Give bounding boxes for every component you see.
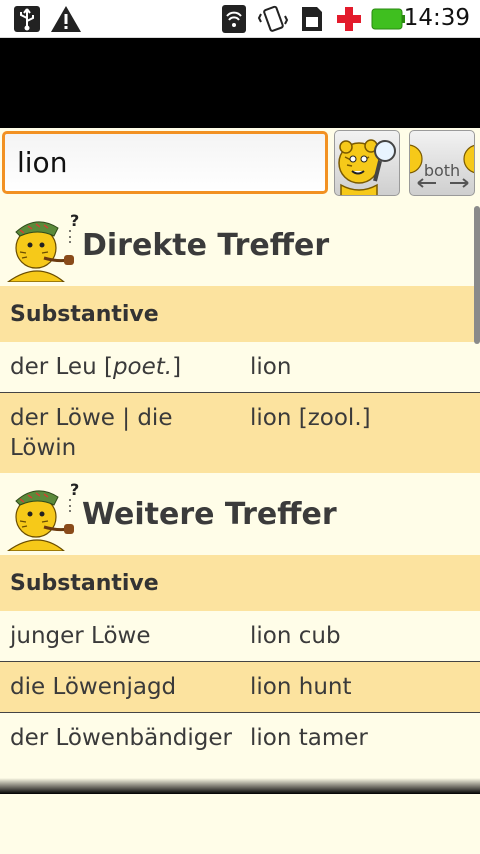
table-row[interactable]: der Löwenbändiger lion tamer <box>0 713 480 763</box>
status-clock: 14:39 <box>403 5 470 31</box>
table-row[interactable]: der Leu [poet.] lion <box>0 342 480 393</box>
usb-icon <box>10 4 44 34</box>
search-row: both <box>0 128 480 198</box>
search-button[interactable] <box>334 130 400 196</box>
vibrate-icon <box>256 4 290 34</box>
english-term: lion cub <box>250 623 341 649</box>
title-bar <box>0 38 480 128</box>
german-term: der Löwenbändiger <box>10 725 233 751</box>
scrollbar-thumb[interactable] <box>474 206 480 344</box>
tiger-magnifier-icon <box>338 139 396 195</box>
sim-icon <box>298 4 326 34</box>
english-term: lion tamer <box>250 725 368 751</box>
german-term: junger Löwe <box>10 623 151 649</box>
battery-icon <box>370 4 406 34</box>
german-term: der Löwe | die Löwin <box>10 405 173 461</box>
table-row[interactable]: junger Löwe lion cub <box>0 611 480 662</box>
usage-note: poet. <box>112 354 173 380</box>
list-edge-shadow <box>0 778 480 794</box>
medical-cross-icon <box>334 4 364 34</box>
table-row[interactable]: der Löwe | die Löwin lion [zool.] <box>0 393 480 473</box>
svg-text:?: ? <box>70 480 79 499</box>
section-title-direct: Direkte Treffer <box>82 227 330 263</box>
category-row: Substantive <box>0 286 480 342</box>
search-input[interactable] <box>2 131 328 194</box>
table-row[interactable]: die Löwenjagd lion hunt <box>0 662 480 713</box>
section-header-direct: ? Direkte Treffer <box>0 204 480 286</box>
wifi-icon <box>220 4 248 34</box>
english-term: lion <box>250 354 292 380</box>
section-header-further: ? Weitere Treffer <box>0 473 480 555</box>
svg-text:?: ? <box>70 211 79 230</box>
warning-icon <box>48 4 84 34</box>
category-row: Substantive <box>0 555 480 611</box>
section-title-further: Weitere Treffer <box>82 496 337 532</box>
detective-tiger-icon: ? <box>6 211 79 282</box>
detective-tiger-icon: ? <box>6 480 79 551</box>
bottom-area <box>0 794 480 854</box>
direction-toggle-button[interactable]: both <box>409 130 475 196</box>
english-term: lion hunt <box>250 674 352 700</box>
results-list[interactable]: ? Direkte Treffer Substantive der Leu [p… <box>0 204 480 792</box>
german-term: der Leu [poet.] <box>10 354 182 380</box>
english-term: lion [zool.] <box>250 405 371 431</box>
direction-label: both <box>423 161 461 180</box>
german-term: die Löwenjagd <box>10 674 177 700</box>
status-bar: 14:39 <box>0 0 480 38</box>
